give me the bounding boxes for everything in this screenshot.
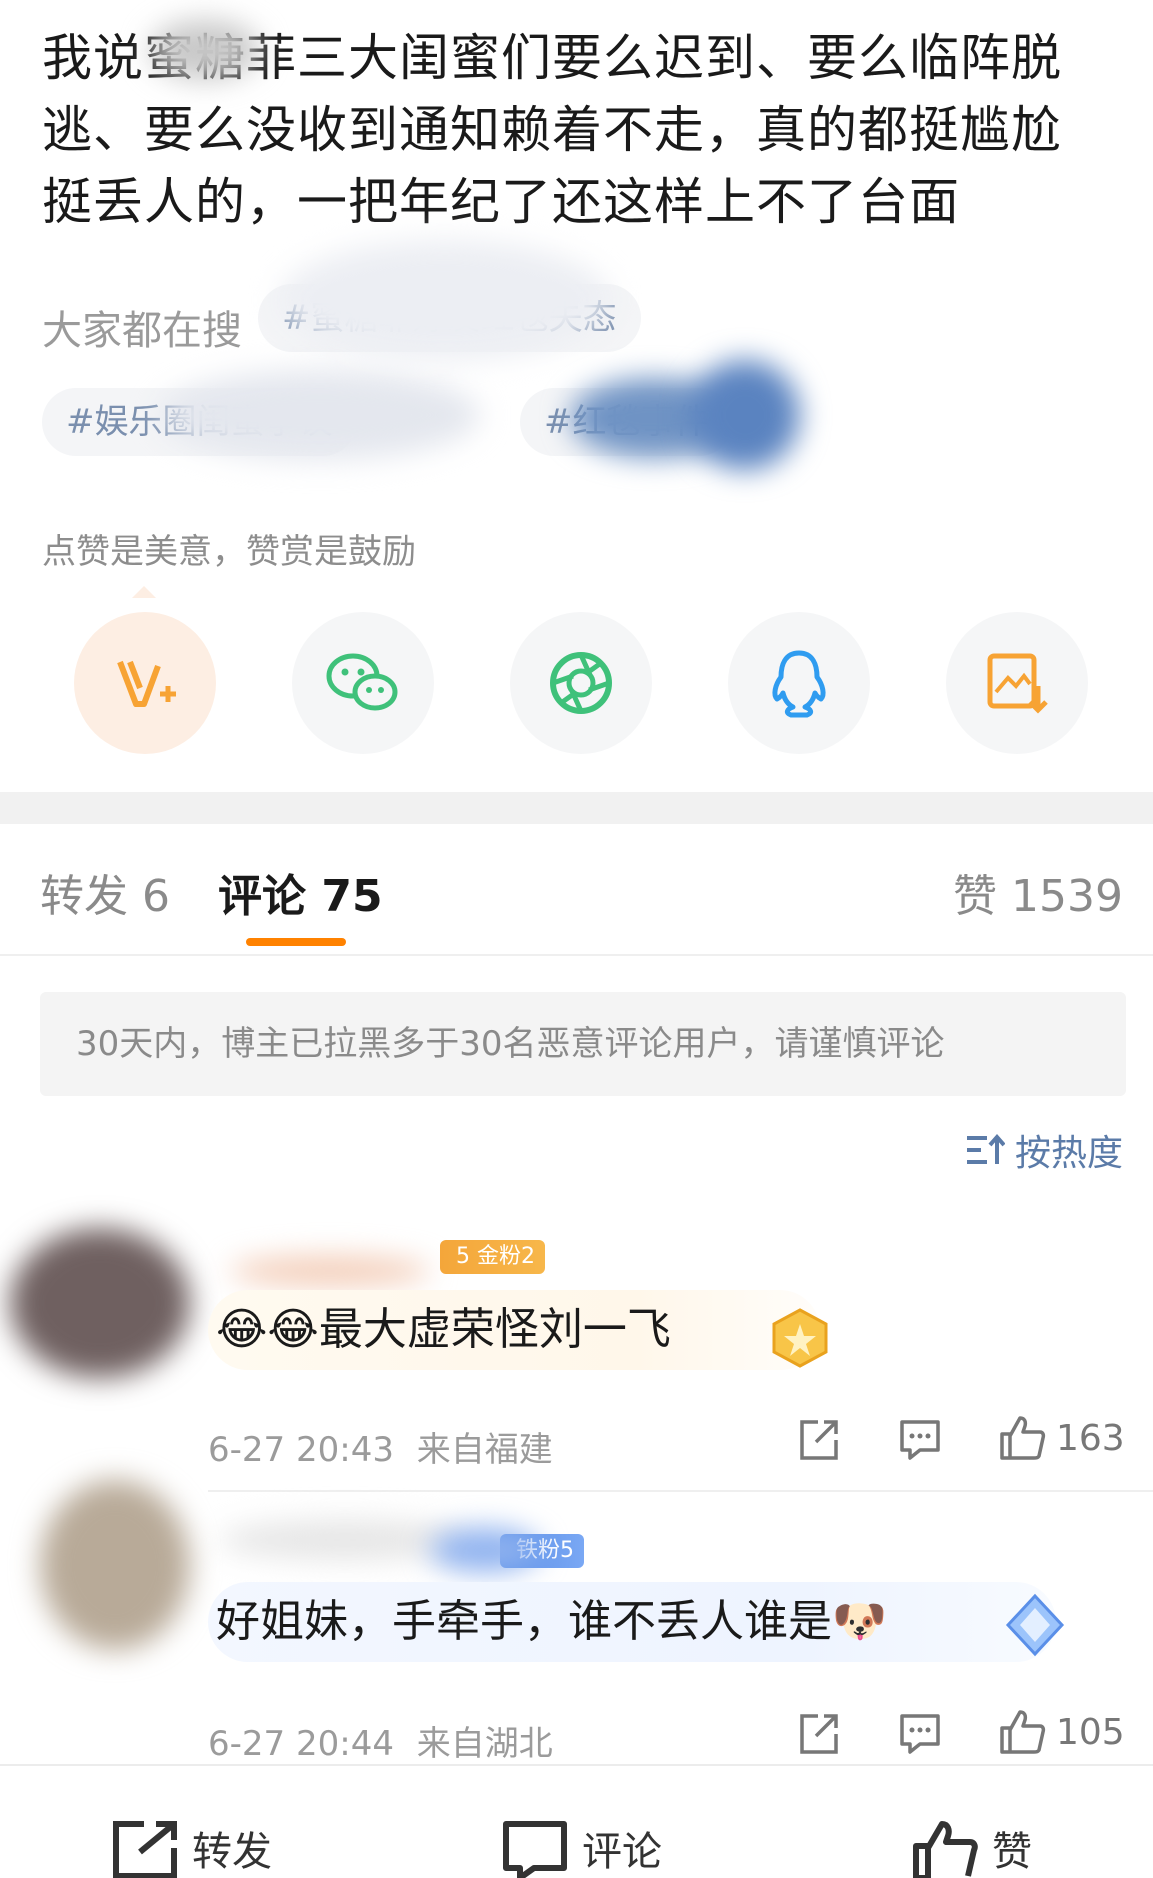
comment-like-button[interactable]: 163 (998, 1414, 1125, 1462)
active-tab-indicator (246, 938, 346, 946)
moderation-notice: 30天内，博主已拉黑多于30名恶意评论用户，请谨慎评论 (40, 992, 1126, 1096)
tab-like[interactable]: 赞 1539 (953, 860, 1123, 924)
bottom-comment-button[interactable]: 评论 (500, 1818, 662, 1878)
tab-repost-label: 转发 (40, 871, 128, 922)
tabs-divider (0, 954, 1153, 956)
username-redaction (150, 20, 260, 80)
gold-fan-crown-icon (772, 1308, 828, 1368)
comment-icon (503, 1821, 567, 1878)
repost-icon (800, 1714, 838, 1754)
thumbs-up-icon (1000, 1416, 1046, 1460)
username-redaction[interactable] (230, 1256, 430, 1286)
thumbs-up-icon (913, 1821, 978, 1878)
section-gap (0, 792, 1153, 824)
comment-like-count: 105 (1056, 1711, 1125, 1753)
blur-mask (280, 240, 610, 360)
comment-meta: 6-27 20:44 来自湖北 (208, 1716, 553, 1765)
fan-badge-level: 5 (456, 1244, 470, 1269)
tab-repost[interactable]: 转发 6 (40, 860, 170, 924)
bottom-repost-button[interactable]: 转发 (110, 1818, 272, 1878)
tab-repost-count: 6 (142, 871, 170, 922)
qq-icon (772, 650, 826, 718)
blur-mask (430, 1528, 540, 1572)
blur-mask (160, 370, 480, 460)
comment-like-count: 163 (1056, 1417, 1125, 1459)
share-moments-button[interactable] (510, 612, 652, 754)
wechat-icon (326, 653, 398, 711)
thumbs-up-icon (1000, 1710, 1046, 1754)
save-image-icon (987, 653, 1048, 714)
comment-location: 来自湖北 (416, 1724, 553, 1764)
comment-text: 好姐妹，手牵手，谁不丢人谁是🐶 (208, 1582, 1056, 1662)
comment-like-button[interactable]: 105 (998, 1708, 1125, 1756)
comment-time: 6-27 20:44 (208, 1724, 394, 1764)
repost-icon (113, 1821, 177, 1878)
tab-comment-count: 75 (321, 871, 383, 922)
bottom-like-button[interactable]: 赞 (910, 1818, 1032, 1878)
comment-reply-button[interactable] (898, 1418, 942, 1462)
share-qq-button[interactable] (728, 612, 870, 754)
reward-text: 点赞是美意，赞赏是鼓励 (42, 532, 416, 572)
avatar[interactable] (40, 1480, 190, 1650)
comment-reply-button[interactable] (898, 1712, 942, 1756)
comment-location: 来自福建 (416, 1430, 553, 1470)
sort-label: 按热度 (1014, 1133, 1123, 1174)
comment-separator (208, 1490, 1153, 1492)
comment-icon (900, 1714, 940, 1754)
trending-label: 大家都在搜 (42, 308, 242, 354)
v-plus-reward-icon (117, 660, 176, 707)
comment-text: 😂😂最大虚荣怪刘一飞 (208, 1290, 820, 1370)
reward-caret (132, 586, 156, 598)
moments-icon (550, 652, 612, 714)
fan-badge-label: 金粉2 (477, 1244, 535, 1269)
blur-mask (690, 360, 800, 470)
repost-icon (800, 1420, 838, 1460)
comment-repost-button[interactable] (796, 1712, 840, 1756)
tab-comment[interactable]: 评论 75 (218, 860, 383, 924)
sort-by-hot-button[interactable]: 按热度 (965, 1124, 1123, 1176)
reward-button[interactable] (74, 612, 216, 754)
bottom-repost-label: 转发 (192, 1829, 272, 1875)
comment-meta: 6-27 20:43 来自福建 (208, 1422, 553, 1471)
tab-like-label: 赞 (953, 871, 998, 922)
bottom-like-label: 赞 (992, 1829, 1032, 1875)
tab-like-count: 1539 (1011, 871, 1123, 922)
tab-comment-label: 评论 (218, 871, 306, 922)
avatar[interactable] (10, 1228, 190, 1378)
bottom-comment-label: 评论 (582, 1829, 662, 1875)
sort-icon (966, 1133, 1005, 1164)
fan-badge: 5 金粉2 (440, 1240, 545, 1274)
comment-time: 6-27 20:43 (208, 1430, 394, 1470)
iron-fan-diamond-icon (1005, 1593, 1065, 1657)
save-image-button[interactable] (946, 612, 1088, 754)
share-wechat-button[interactable] (292, 612, 434, 754)
comment-icon (900, 1420, 940, 1460)
comment-repost-button[interactable] (796, 1418, 840, 1462)
